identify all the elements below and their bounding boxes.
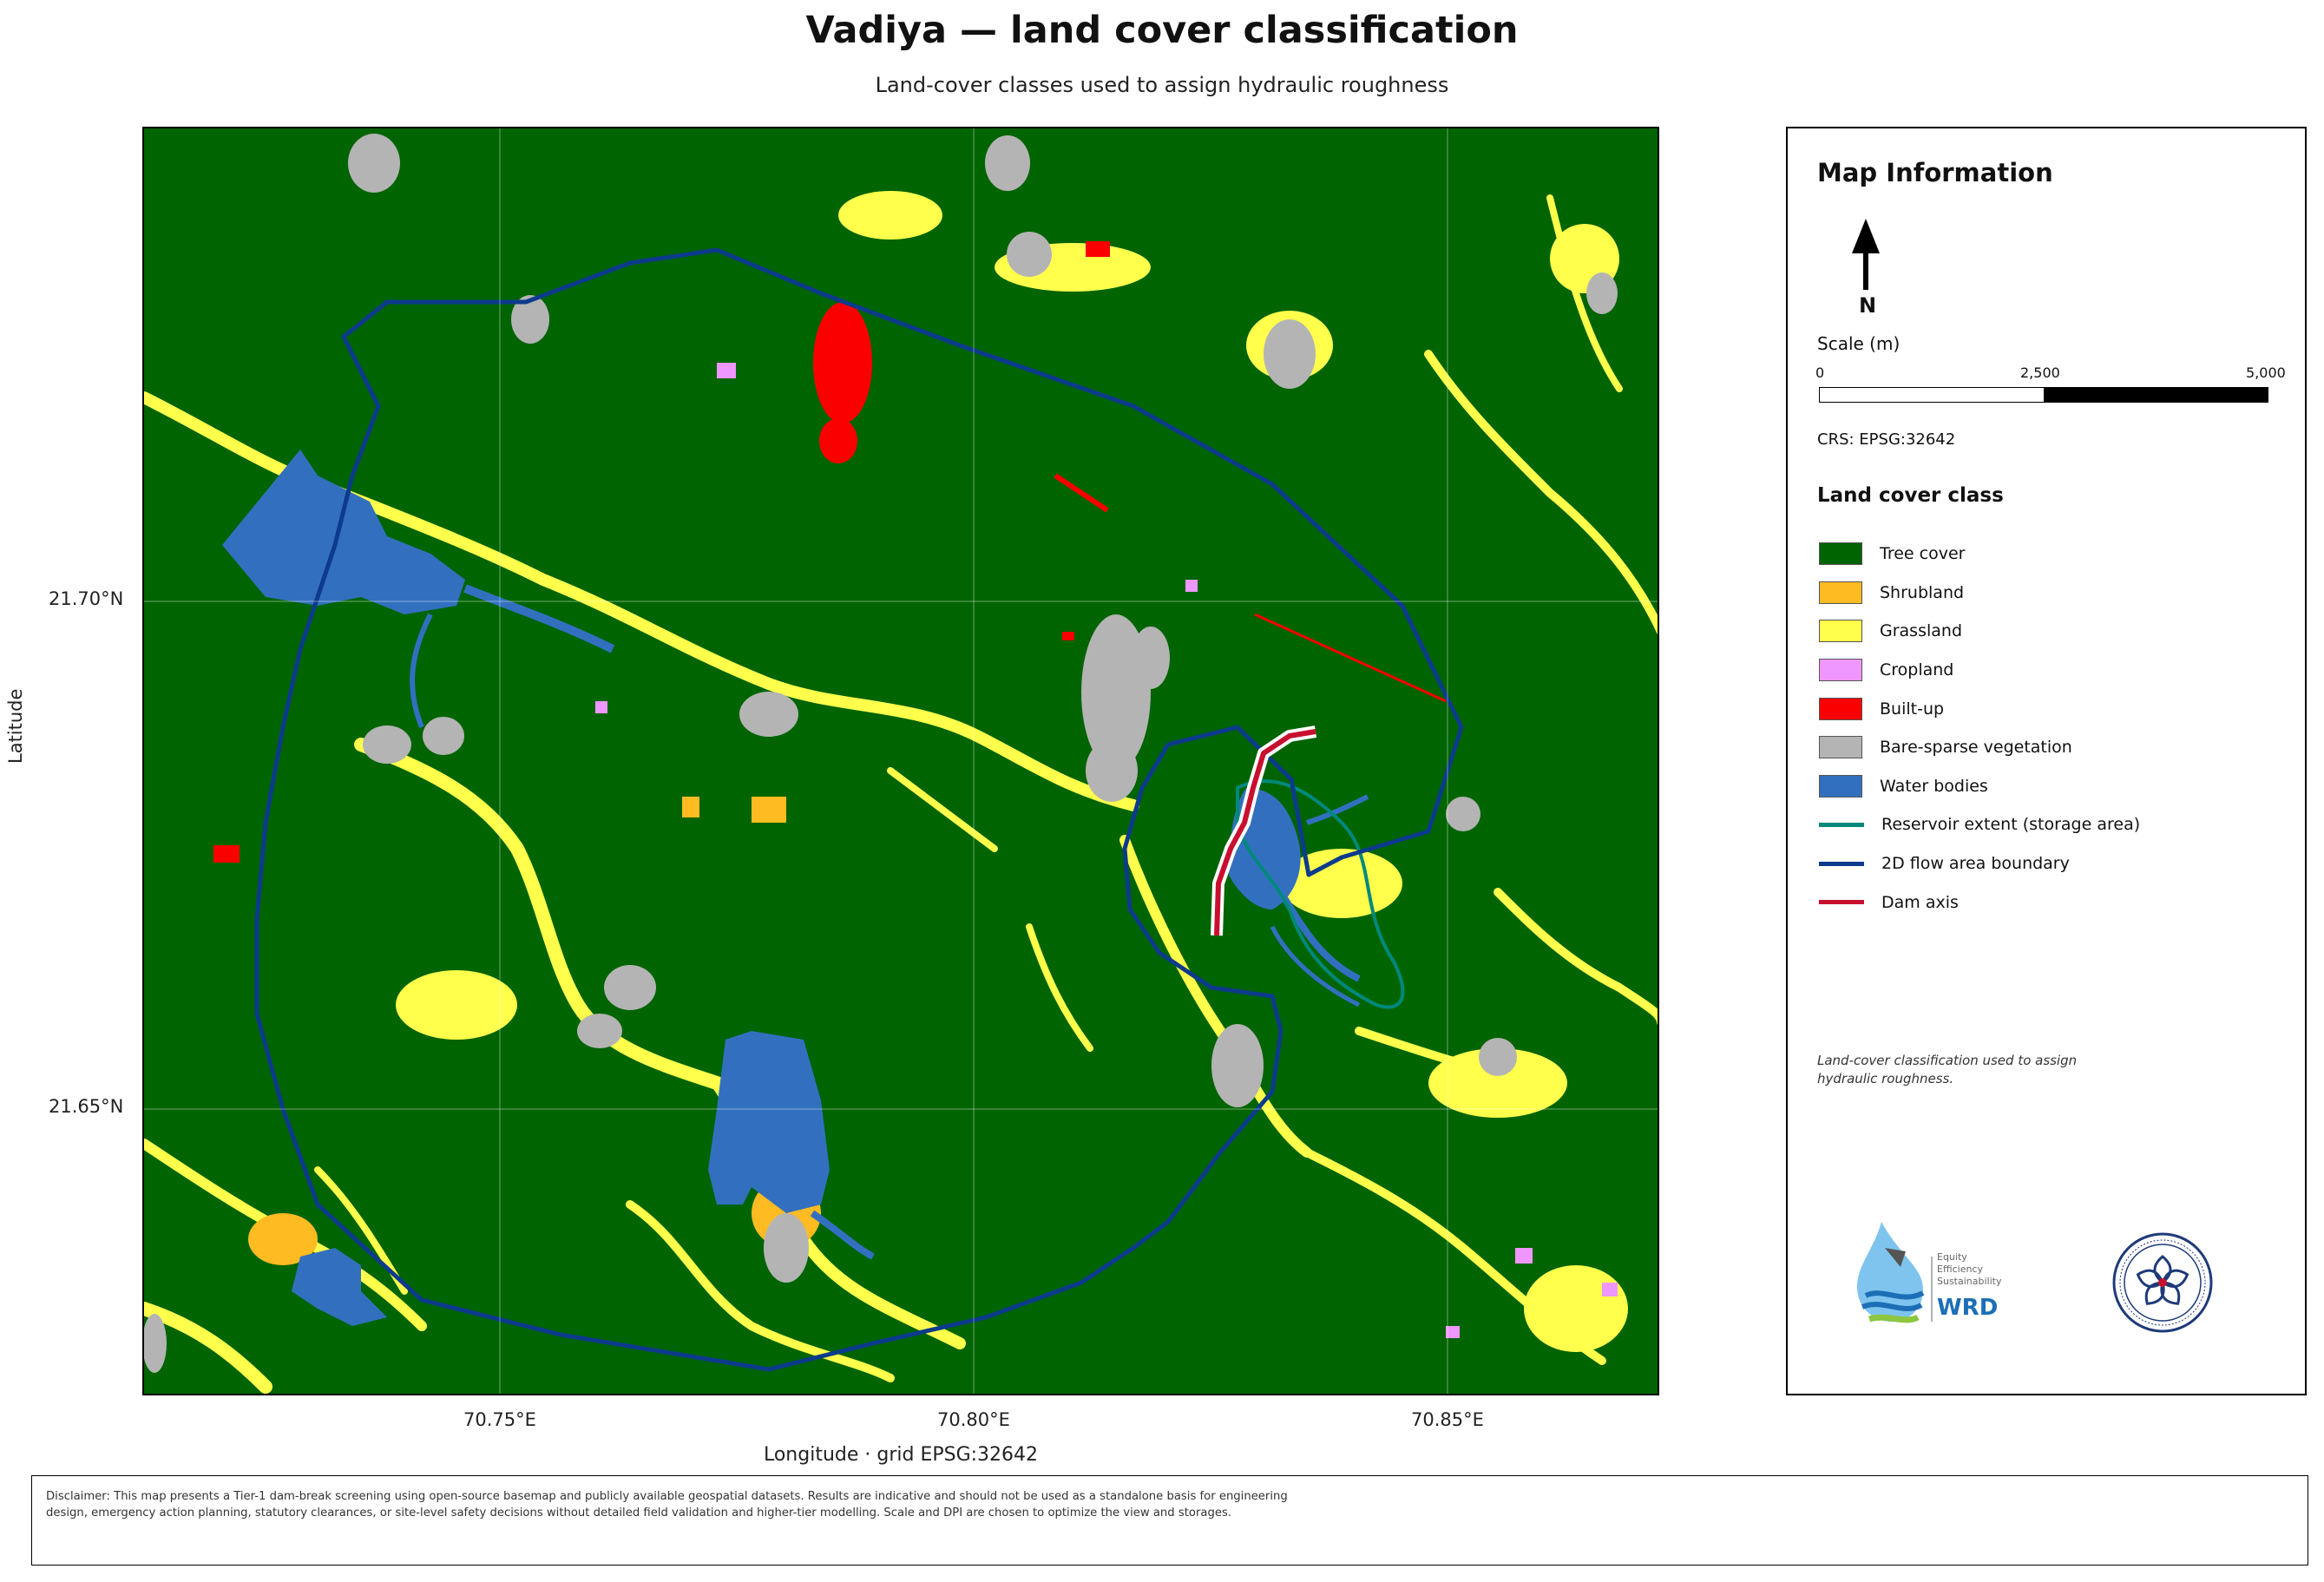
legend-item-dam-axis: Dam axis (1819, 883, 2140, 922)
legend-label: Reservoir extent (storage area) (1881, 815, 2141, 835)
legend-swatch (1819, 774, 1862, 798)
legend-swatch (1819, 659, 1862, 682)
legend-swatch (1819, 542, 1862, 566)
wrd-brand: WRD (1937, 1295, 1999, 1321)
legend-item-water-bodies: Water bodies (1819, 767, 2140, 806)
x-tick-label: 70.85°E (1411, 1409, 1484, 1430)
legend-swatch (1819, 620, 1862, 643)
legend-label: Shrubland (1880, 582, 1965, 602)
map-canvas[interactable] (142, 127, 1659, 1395)
legend-label: Tree cover (1880, 544, 1966, 564)
legend-label: Built-up (1880, 699, 1945, 719)
wrd-tagline-2: Efficiency (1937, 1263, 1983, 1275)
legend-swatch (1819, 736, 1862, 759)
land-cover-map (144, 128, 1658, 1394)
panel-title: Map Information (1817, 158, 2053, 187)
wrd-tagline-1: Equity (1937, 1251, 1967, 1263)
institute-seal-logo (2112, 1232, 2213, 1333)
legend-item-tree-cover: Tree cover (1819, 535, 2140, 574)
legend-swatch (1819, 822, 1864, 827)
map-info-panel: Map Information N Scale (m) 0 2,500 5,00… (1786, 127, 2307, 1395)
legend-swatch (1819, 861, 1864, 866)
legend-swatch (1819, 581, 1862, 604)
disclaimer-box: Disclaimer: This map presents a Tier-1 d… (31, 1475, 2308, 1566)
scale-tick: 5,000 (2246, 364, 2286, 381)
scale-tick: 0 (1815, 364, 1825, 381)
legend-label: Water bodies (1880, 776, 1988, 796)
legend-label: Dam axis (1881, 892, 1959, 912)
legend-item-shrubland: Shrubland (1819, 574, 2140, 613)
legend-item-built-up: Built-up (1819, 689, 2140, 728)
x-tick-label: 70.75°E (463, 1409, 536, 1430)
legend-label: Bare-sparse vegetation (1880, 738, 2072, 758)
legend-title: Land cover class (1817, 484, 2004, 507)
y-axis-label: Latitude (5, 688, 26, 764)
legend-item-cropland: Cropland (1819, 651, 2140, 690)
panel-note: Land-cover classification used to assign… (1817, 1053, 2078, 1086)
map-subtitle: Land-cover classes used to assign hydrau… (875, 73, 1449, 97)
legend: Tree cover Shrubland Grassland Cropland Buil… (1819, 535, 2140, 922)
scale-bar (1819, 387, 2268, 403)
scale-label: Scale (m) (1817, 333, 1901, 354)
legend-label: Grassland (1880, 621, 1962, 641)
disclaimer-text: Disclaimer: This map presents a Tier-1 d… (46, 1490, 1288, 1520)
legend-item-bare-sparse-vegetation: Bare-sparse vegetation (1819, 728, 2140, 767)
legend-swatch (1819, 900, 1864, 905)
x-axis-label: Longitude · grid EPSG:32642 (763, 1444, 1039, 1466)
legend-item-grassland: Grassland (1819, 612, 2140, 651)
x-tick-label: 70.80°E (937, 1409, 1010, 1430)
map-title: Vadiya — land cover classification (805, 9, 1519, 52)
y-tick-label: 21.65°N (49, 1096, 124, 1117)
legend-item-reservoir-extent-storage-area: Reservoir extent (storage area) (1819, 805, 2140, 844)
scale-tick: 2,500 (2020, 364, 2060, 381)
crs-label: CRS: EPSG:32642 (1817, 430, 1956, 449)
legend-swatch (1819, 697, 1862, 720)
wrd-tagline-3: Sustainability (1937, 1275, 2002, 1287)
y-tick-label: 21.70°N (49, 588, 124, 609)
legend-item-2d-flow-area-boundary: 2D flow area boundary (1819, 844, 2140, 883)
legend-label: Cropland (1880, 660, 1954, 680)
legend-label: 2D flow area boundary (1881, 854, 2070, 874)
north-label: N (1859, 293, 1877, 318)
tree-cover-background (144, 128, 1658, 1394)
wrd-tagline: Equity Efficiency Sustainability (1937, 1251, 2001, 1287)
